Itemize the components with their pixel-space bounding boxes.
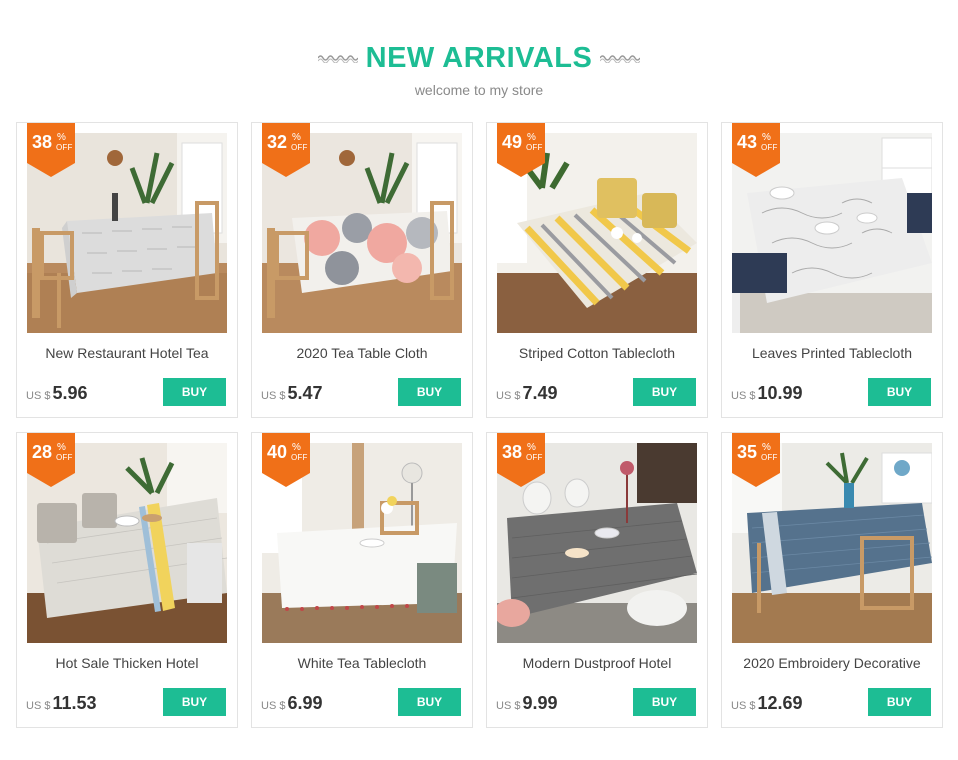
currency-label: US $: [731, 700, 756, 712]
off-label: OFF: [56, 453, 73, 462]
buy-button[interactable]: BUY: [633, 688, 696, 716]
currency-label: US $: [26, 390, 51, 402]
subtitle: welcome to my store: [414, 82, 544, 98]
price-amount: 12.69: [757, 693, 803, 713]
product-price: US $ 10.99: [731, 383, 803, 404]
off-label: OFF: [761, 453, 778, 462]
discount-value: 40: [267, 442, 288, 462]
discount-badge: 38 % OFF: [27, 123, 75, 177]
product-price: US $ 12.69: [731, 693, 803, 714]
percent-sign: %: [57, 442, 66, 453]
percent-sign: %: [57, 132, 66, 143]
product-card[interactable]: 38 % OFF New Restaurant Hotel Tea US $ 5…: [16, 122, 238, 418]
product-card[interactable]: 49 % OFF Striped Cotton Tablecloth US $ …: [486, 122, 708, 418]
section-header: NEW ARRIVALS welcome to my store: [0, 0, 958, 122]
buy-button[interactable]: BUY: [163, 688, 226, 716]
buy-button[interactable]: BUY: [163, 378, 226, 406]
discount-value: 32: [267, 132, 288, 152]
percent-sign: %: [762, 442, 771, 453]
price-amount: 9.99: [522, 693, 558, 713]
percent-sign: %: [292, 442, 301, 453]
discount-value: 38: [32, 132, 53, 152]
currency-label: US $: [261, 390, 286, 402]
currency-label: US $: [731, 390, 756, 402]
discount-badge: 40 % OFF: [262, 433, 310, 487]
product-name[interactable]: White Tea Tablecloth: [252, 655, 472, 671]
buy-button[interactable]: BUY: [398, 378, 461, 406]
page-title: NEW ARRIVALS: [365, 42, 593, 74]
currency-label: US $: [496, 390, 521, 402]
discount-badge: 38 % OFF: [497, 433, 545, 487]
off-label: OFF: [56, 143, 73, 152]
discount-value: 38: [502, 442, 523, 462]
buy-button[interactable]: BUY: [633, 378, 696, 406]
product-price: US $ 5.96: [26, 383, 88, 404]
discount-value: 43: [737, 132, 758, 152]
buy-button[interactable]: BUY: [868, 688, 931, 716]
discount-value: 35: [737, 442, 758, 462]
product-price: US $ 7.49: [496, 383, 558, 404]
product-card[interactable]: 38 % OFF Modern Dustproof Hotel US $ 9.9…: [486, 432, 708, 728]
product-name[interactable]: Hot Sale Thicken Hotel: [17, 655, 237, 671]
product-card[interactable]: 32 % OFF 2020 Tea Table Cloth US $ 5.47 …: [251, 122, 473, 418]
percent-sign: %: [292, 132, 301, 143]
title-row: NEW ARRIVALS: [0, 40, 958, 76]
product-price: US $ 9.99: [496, 693, 558, 714]
off-label: OFF: [291, 143, 308, 152]
price-amount: 10.99: [757, 383, 803, 403]
off-label: OFF: [761, 143, 778, 152]
currency-label: US $: [496, 700, 521, 712]
discount-value: 28: [32, 442, 53, 462]
buy-button[interactable]: BUY: [398, 688, 461, 716]
product-price: US $ 6.99: [261, 693, 323, 714]
wave-left-icon: [317, 55, 358, 63]
currency-label: US $: [261, 700, 286, 712]
percent-sign: %: [527, 132, 536, 143]
price-amount: 6.99: [287, 693, 323, 713]
percent-sign: %: [762, 132, 771, 143]
product-name[interactable]: Striped Cotton Tablecloth: [487, 345, 707, 361]
discount-value: 49: [502, 132, 523, 152]
product-name[interactable]: Modern Dustproof Hotel: [487, 655, 707, 671]
product-card[interactable]: 28 % OFF Hot Sale Thicken Hotel US $ 11.…: [16, 432, 238, 728]
product-card[interactable]: 40 % OFF White Tea Tablecloth US $ 6.99 …: [251, 432, 473, 728]
currency-label: US $: [26, 700, 51, 712]
off-label: OFF: [291, 453, 308, 462]
product-name[interactable]: Leaves Printed Tablecloth: [722, 345, 942, 361]
price-amount: 7.49: [522, 383, 558, 403]
off-label: OFF: [526, 453, 543, 462]
price-amount: 5.96: [52, 383, 88, 403]
discount-badge: 32 % OFF: [262, 123, 310, 177]
product-card[interactable]: 43 % OFF Leaves Printed Tablecloth US $ …: [721, 122, 943, 418]
off-label: OFF: [526, 143, 543, 152]
discount-badge: 49 % OFF: [497, 123, 545, 177]
product-name[interactable]: 2020 Tea Table Cloth: [252, 345, 472, 361]
discount-badge: 35 % OFF: [732, 433, 780, 487]
buy-button[interactable]: BUY: [868, 378, 931, 406]
price-amount: 5.47: [287, 383, 323, 403]
wave-right-icon: [600, 55, 641, 63]
price-amount: 11.53: [52, 693, 97, 713]
product-card[interactable]: 35 % OFF 2020 Embroidery Decorative US $…: [721, 432, 943, 728]
product-price: US $ 11.53: [26, 693, 97, 714]
discount-badge: 43 % OFF: [732, 123, 780, 177]
product-name[interactable]: 2020 Embroidery Decorative: [722, 655, 942, 671]
percent-sign: %: [527, 442, 536, 453]
product-price: US $ 5.47: [261, 383, 323, 404]
discount-badge: 28 % OFF: [27, 433, 75, 487]
product-name[interactable]: New Restaurant Hotel Tea: [17, 345, 237, 361]
